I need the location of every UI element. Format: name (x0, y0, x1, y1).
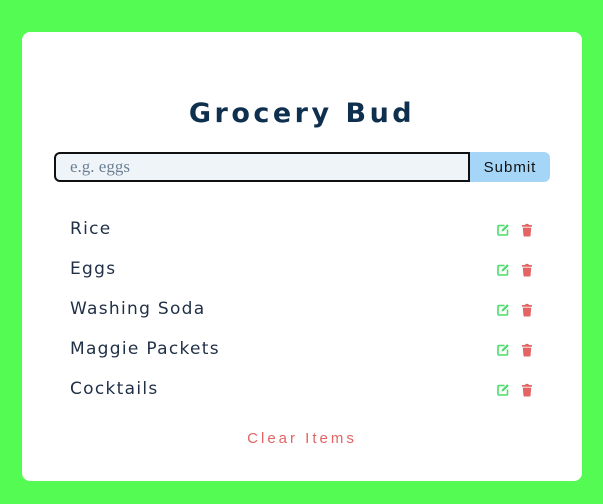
item-actions (496, 263, 534, 277)
grocery-item-name: Cocktails (70, 379, 159, 399)
grocery-form: Submit (54, 152, 550, 182)
grocery-card: Grocery Bud Submit Rice Eggs (22, 32, 582, 481)
grocery-item-name: Washing Soda (70, 299, 206, 319)
trash-icon[interactable] (520, 263, 534, 277)
submit-button[interactable]: Submit (470, 152, 550, 182)
trash-icon[interactable] (520, 383, 534, 397)
grocery-item: Maggie Packets (70, 330, 534, 370)
edit-icon[interactable] (496, 303, 510, 317)
clear-items-button[interactable]: Clear Items (22, 430, 582, 447)
grocery-item-name: Maggie Packets (70, 339, 220, 359)
grocery-item-name: Eggs (70, 259, 117, 279)
item-actions (496, 343, 534, 357)
grocery-item: Washing Soda (70, 290, 534, 330)
app-title: Grocery Bud (188, 98, 416, 129)
edit-icon[interactable] (496, 383, 510, 397)
grocery-item: Cocktails (70, 370, 534, 410)
edit-icon[interactable] (496, 223, 510, 237)
grocery-item-name: Rice (70, 219, 112, 239)
trash-icon[interactable] (520, 343, 534, 357)
edit-icon[interactable] (496, 343, 510, 357)
edit-icon[interactable] (496, 263, 510, 277)
item-actions (496, 383, 534, 397)
item-actions (496, 223, 534, 237)
trash-icon[interactable] (520, 223, 534, 237)
trash-icon[interactable] (520, 303, 534, 317)
grocery-list: Rice Eggs Washing Soda Maggie Packets Co… (70, 210, 534, 410)
item-actions (496, 303, 534, 317)
grocery-item: Eggs (70, 250, 534, 290)
grocery-item: Rice (70, 210, 534, 250)
grocery-input[interactable] (54, 152, 470, 182)
